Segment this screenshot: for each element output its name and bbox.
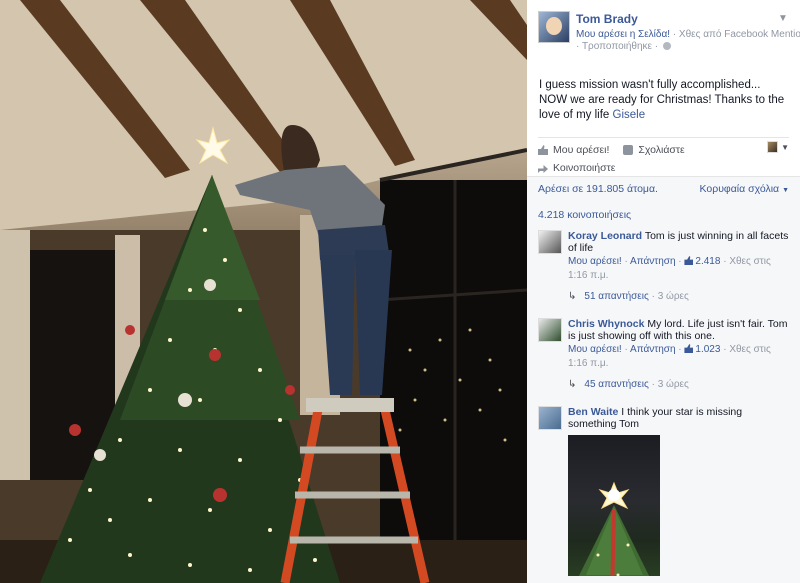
- reply-arrow-icon: ↳: [568, 291, 577, 302]
- comment-reply-button[interactable]: Απάντηση: [630, 344, 675, 355]
- comment-icon: [623, 145, 634, 155]
- comment-body: Chris Whynock My lord. Life just isn't f…: [568, 318, 789, 342]
- post-header: Tom Brady Μου αρέσει η Σελίδα! · Χθες απ…: [527, 0, 800, 60]
- share-icon: [538, 165, 548, 173]
- reply-arrow-icon: ↳: [568, 379, 577, 390]
- replies-link[interactable]: ↳ 45 απαντήσεις · 3 ώρες: [568, 371, 789, 401]
- photo-illustration: [0, 0, 527, 583]
- like-icon: [684, 344, 694, 353]
- stats-bar: Αρέσει σε 191.805 άτομα. Κορυφαία σχόλια…: [527, 176, 800, 229]
- meta-dot: ·: [652, 41, 661, 52]
- post-meta-line-2: · Τροποποιήθηκε ·: [576, 41, 671, 52]
- commenter-avatar[interactable]: [538, 318, 562, 342]
- replies-count: 51 απαντήσεις: [584, 291, 649, 302]
- replies-time: 3 ώρες: [657, 291, 689, 302]
- like-button[interactable]: Μου αρέσει!: [553, 144, 609, 156]
- likes-row: Αρέσει σε 191.805 άτομα. Κορυφαία σχόλια…: [527, 177, 800, 197]
- page-name[interactable]: Tom Brady: [576, 12, 638, 26]
- comment: Chris Whynock My lord. Life just isn't f…: [527, 313, 800, 401]
- chevron-down-icon: ▼: [781, 142, 789, 152]
- comment-like-count[interactable]: 2.418: [684, 256, 720, 267]
- comment-like-count[interactable]: 1.023: [684, 344, 720, 355]
- comment: Koray Leonard Tom is just winning in all…: [527, 225, 800, 313]
- replies-link[interactable]: ↳ 51 απαντήσεις · 3 ώρες: [568, 283, 789, 313]
- commenter-avatar[interactable]: [538, 406, 562, 430]
- comments-list: Koray Leonard Tom is just winning in all…: [527, 225, 800, 583]
- replies-time: 3 ώρες: [657, 379, 689, 390]
- commenter-avatar[interactable]: [538, 230, 562, 254]
- top-comments-label: Κορυφαία σχόλια: [699, 183, 780, 195]
- comment-like-button[interactable]: Μου αρέσει!: [568, 256, 622, 267]
- edited-label[interactable]: Τροποποιήθηκε: [582, 41, 652, 52]
- panel-bottom: [527, 576, 800, 583]
- tagged-person-link[interactable]: Gisele: [613, 109, 646, 121]
- post-as-selector[interactable]: ▼: [767, 141, 789, 153]
- chevron-down-icon: ▼: [782, 187, 789, 194]
- shares-count-link[interactable]: 4.218 κοινοποιήσεις: [538, 209, 631, 221]
- post-body: I guess mission wasn't fully accomplishe…: [539, 79, 785, 121]
- chevron-down-icon[interactable]: ▼: [778, 13, 788, 24]
- top-comments-dropdown[interactable]: Κορυφαία σχόλια ▼: [700, 183, 790, 197]
- like-icon: [538, 145, 548, 155]
- comment: Ben Waite I think your star is missing s…: [527, 401, 800, 583]
- comment-button[interactable]: Σχολιάστε: [638, 144, 684, 156]
- post-time[interactable]: Χθες από Facebook Mentions: [679, 29, 800, 40]
- commenter-name[interactable]: Chris Whynock: [568, 318, 644, 330]
- liked-page-link[interactable]: Μου αρέσει η Σελίδα!: [576, 29, 670, 40]
- post-actions: Μου αρέσει! Σχολιάστε Κοινοποιήστε ▼: [538, 137, 789, 178]
- comment-image[interactable]: [568, 435, 660, 583]
- comment-like-count-value: 2.418: [695, 256, 721, 267]
- commenter-name[interactable]: Ben Waite: [568, 406, 618, 418]
- comment-meta: Μου αρέσει! · Απάντηση · 1.023 · Χθες στ…: [568, 344, 771, 369]
- comment-body: Koray Leonard Tom is just winning in all…: [568, 230, 789, 254]
- page-avatar[interactable]: [538, 11, 570, 43]
- post-meta-line: Μου αρέσει η Σελίδα! · Χθες από Facebook…: [576, 29, 800, 40]
- action-row-share: Κοινοποιήστε: [538, 160, 789, 176]
- action-row: Μου αρέσει! Σχολιάστε: [538, 142, 789, 158]
- commenter-name[interactable]: Koray Leonard: [568, 230, 642, 242]
- comment-reply-button[interactable]: Απάντηση: [630, 256, 675, 267]
- comment-like-count-value: 1.023: [695, 344, 721, 355]
- post-photo[interactable]: [0, 0, 527, 583]
- comment-body: Ben Waite I think your star is missing s…: [568, 406, 789, 430]
- post-text: I guess mission wasn't fully accomplishe…: [527, 60, 800, 123]
- share-button[interactable]: Κοινοποιήστε: [553, 162, 615, 174]
- globe-icon: [662, 42, 671, 50]
- like-icon: [684, 256, 694, 265]
- comment-image-illustration: [575, 481, 653, 583]
- likes-count-link[interactable]: Αρέσει σε 191.805 άτομα.: [538, 183, 658, 197]
- post-as-avatar: [767, 141, 779, 153]
- replies-count: 45 απαντήσεις: [584, 379, 649, 390]
- comment-meta: Μου αρέσει! · Απάντηση · 2.418 · Χθες στ…: [568, 256, 771, 281]
- comment-like-button[interactable]: Μου αρέσει!: [568, 344, 622, 355]
